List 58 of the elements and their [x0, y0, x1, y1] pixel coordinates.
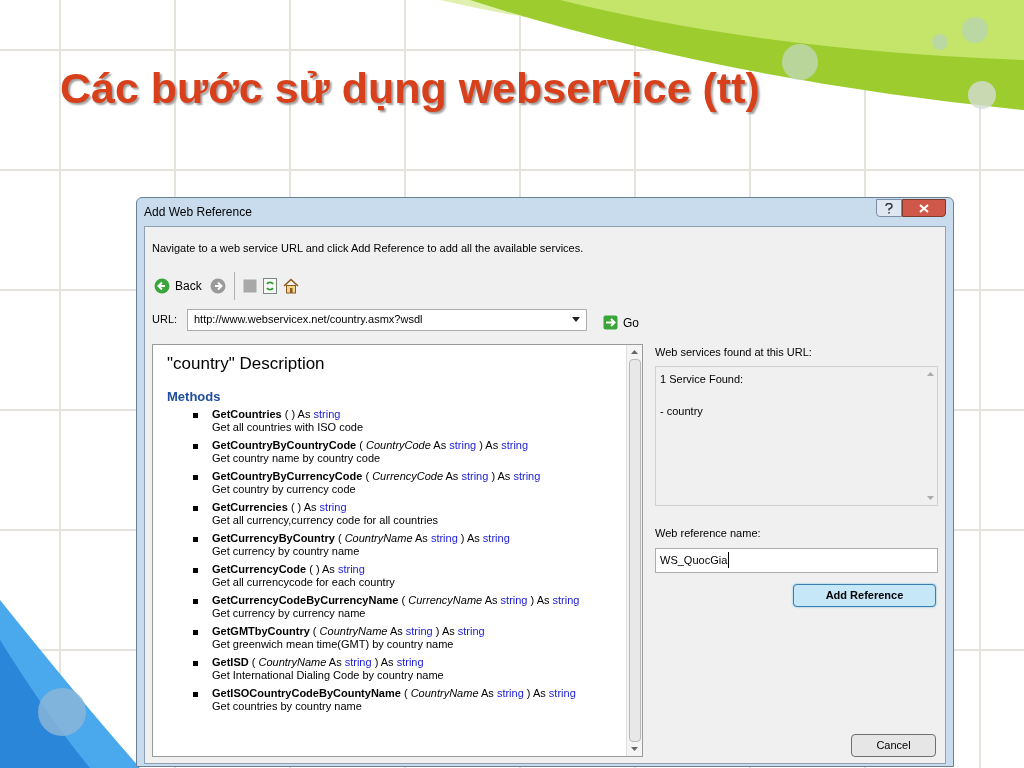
bullet-icon	[193, 692, 198, 697]
method-summary: Get greenwich mean time(GMT) by country name	[212, 638, 455, 651]
slide-title: Các bước sử dụng webservice (tt)	[60, 63, 760, 114]
method-signature: GetISD ( CountryName As string ) As string	[212, 656, 424, 669]
method-summary: Get country by currency code	[212, 483, 357, 496]
scrollbar[interactable]	[626, 344, 642, 756]
method-summary: Get currency by currency name	[212, 607, 367, 620]
bullet-icon	[193, 506, 198, 511]
description-heading: "country" Description	[167, 352, 325, 375]
close-button[interactable]	[902, 199, 946, 217]
method-signature: GetCountryByCountryCode ( CountryCode As string ) As string	[212, 439, 529, 452]
bullet-icon	[193, 444, 198, 449]
home-icon[interactable]	[282, 277, 299, 294]
add-reference-button[interactable]: Add Reference	[793, 583, 936, 607]
cancel-button[interactable]: Cancel	[851, 734, 936, 757]
method-signature: GetCurrencyCodeByCurrencyName ( CurrencyName As string ) As string	[212, 594, 580, 607]
method-signature: GetCurrencyByCountry ( CountryName As string ) As string	[212, 532, 510, 545]
method-summary: Get all countries with ISO code	[212, 421, 363, 434]
method-signature: GetCurrencies ( ) As string	[212, 501, 347, 514]
method-signature: GetGMTbyCountry ( CountryName As string ) As string	[212, 625, 485, 638]
url-combobox[interactable]: http://www.webservicex.net/country.asmx?wsdl	[187, 308, 587, 331]
dropdown-caret-icon	[572, 317, 580, 322]
go-button[interactable]: Go	[603, 313, 639, 332]
stop-icon[interactable]	[242, 278, 257, 293]
window-title: Add Web Reference	[144, 204, 252, 221]
method-signature: GetCountries ( ) As string	[212, 408, 341, 421]
method-summary: Get International Dialing Code by country name	[212, 669, 444, 682]
close-icon	[919, 203, 929, 213]
help-button[interactable]	[876, 199, 902, 217]
method-summary: Get currency by country name	[212, 545, 361, 558]
services-found-line: - country	[660, 403, 703, 419]
method-signature: GetCurrencyCode ( ) As string	[212, 563, 365, 576]
bullet-icon	[193, 599, 198, 604]
services-found-label: Web services found at this URL:	[655, 344, 812, 360]
bullet-icon	[193, 661, 198, 666]
method-signature: GetISOCountryCodeByCountyName ( CountryName As string ) As string	[212, 687, 576, 700]
bullet-icon	[193, 630, 198, 635]
method-summary: Get all currencycode for each country	[212, 576, 395, 589]
right-arrow-icon	[603, 315, 618, 330]
method-summary: Get all currency,currency code for all countries	[212, 514, 438, 527]
method-summary: Get countries by country name	[212, 700, 363, 713]
instructions-text: Navigate to a web service URL and click Add Reference to add all the available services.	[152, 241, 585, 256]
back-button[interactable]: Back	[152, 276, 204, 295]
method-signature: GetCountryByCurrencyCode ( CurrencyCode As string ) As string	[212, 470, 541, 483]
reference-name-label: Web reference name:	[655, 526, 761, 541]
url-label: URL:	[152, 312, 179, 328]
method-summary: Get country name by country code	[212, 452, 382, 465]
scroll-down-icon[interactable]	[631, 747, 638, 751]
scroll-up-icon[interactable]	[631, 349, 638, 354]
methods-heading: Methods	[167, 387, 221, 406]
bullet-icon	[193, 568, 198, 573]
help-icon	[885, 202, 893, 214]
bullet-icon	[193, 475, 198, 480]
bullet-icon	[193, 413, 198, 418]
services-found-line: 1 Service Found:	[660, 372, 744, 387]
refresh-icon[interactable]	[262, 277, 277, 294]
reference-name-field[interactable]: WS_QuocGia	[655, 547, 938, 573]
bullet-icon	[193, 537, 198, 542]
